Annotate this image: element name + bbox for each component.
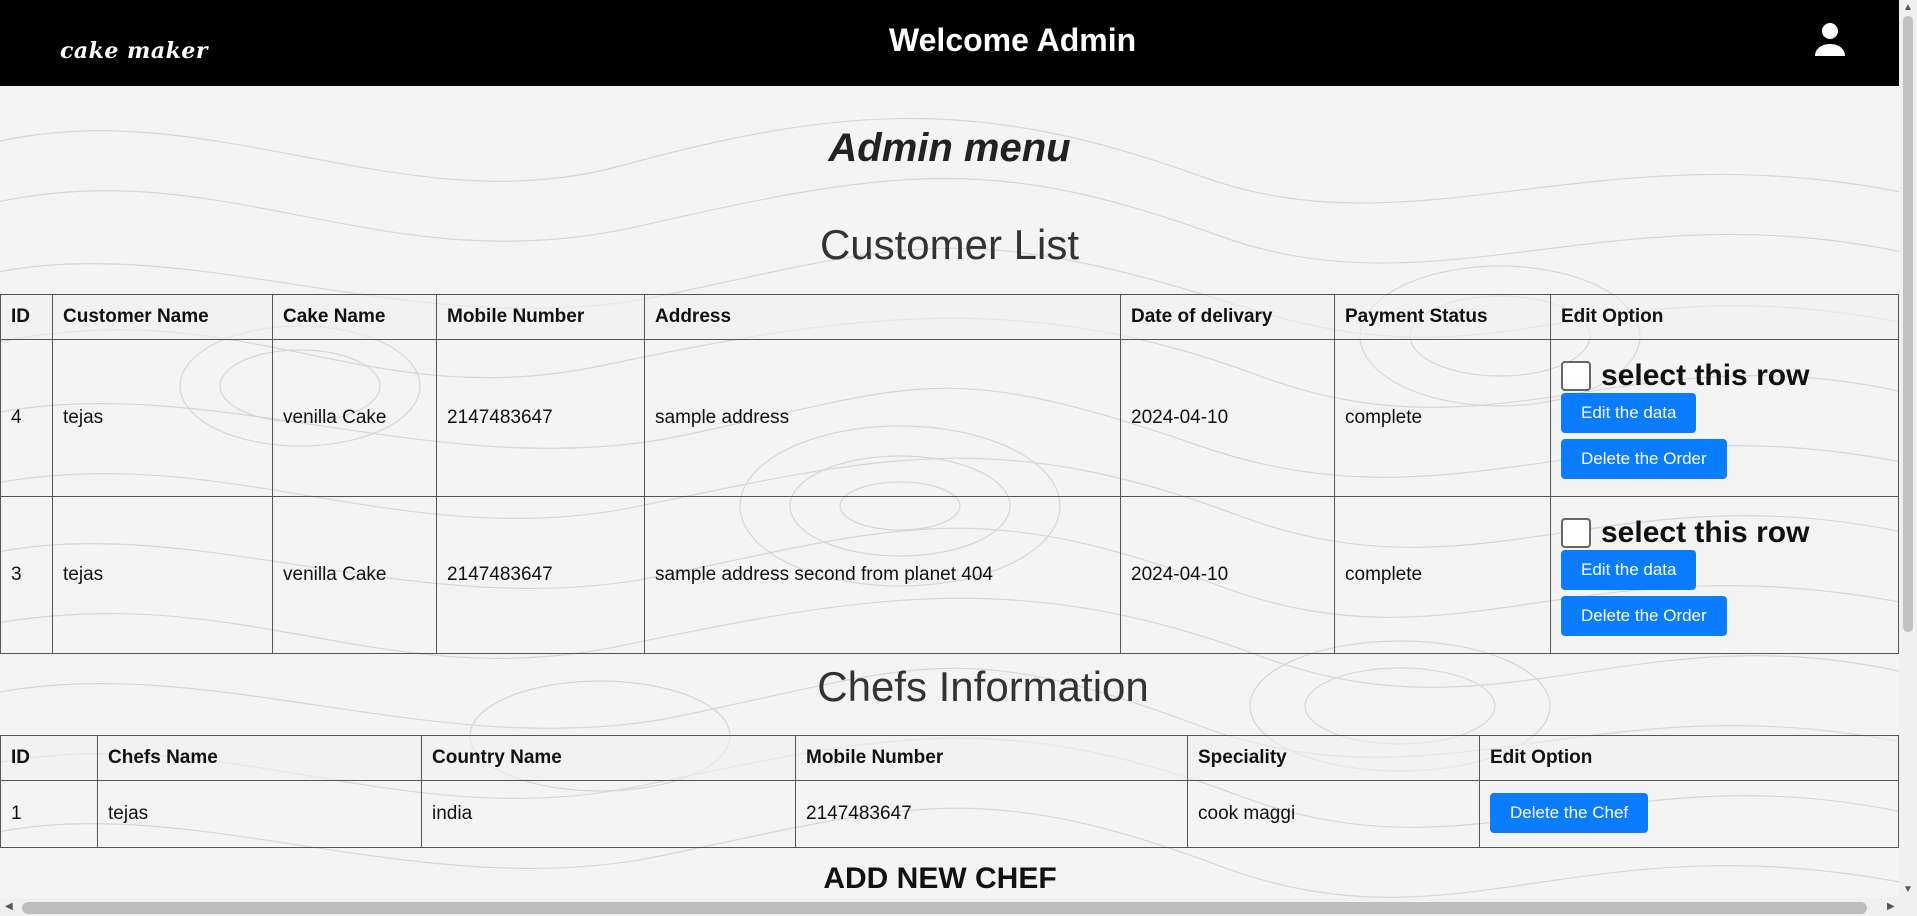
column-header: ID <box>0 735 98 781</box>
cell-edit-option: Delete the Chef <box>1479 780 1899 848</box>
page-title: Admin menu <box>828 126 1071 170</box>
cell-chef-name: tejas <box>97 780 422 848</box>
select-row-label: select this row <box>1601 359 1810 392</box>
column-header: Date of delivary <box>1120 294 1335 340</box>
scroll-left-arrow-icon[interactable]: ◀ <box>5 901 13 912</box>
cell-country: india <box>421 780 796 848</box>
column-header: Speciality <box>1187 735 1480 781</box>
select-row-label: select this row <box>1601 516 1810 549</box>
select-row-checkbox[interactable] <box>1561 518 1591 548</box>
horizontal-scrollbar[interactable]: ◀ ▶ <box>0 898 1917 916</box>
chefs-information-title: Chefs Information <box>817 663 1149 710</box>
cell-cake-name: venilla Cake <box>272 496 437 654</box>
select-row-checkbox[interactable] <box>1561 361 1591 391</box>
cell-customer-name: tejas <box>52 339 273 497</box>
customer-table: ID Customer Name Cake Name Mobile Number… <box>0 294 1899 654</box>
table-row: 1 tejas india 2147483647 cook maggi Dele… <box>0 780 1899 848</box>
table-row: 4 tejas venilla Cake 2147483647 sample a… <box>0 339 1899 497</box>
cell-cake-name: venilla Cake <box>272 339 437 497</box>
cell-mobile: 2147483647 <box>436 496 645 654</box>
top-navbar: cake maker Welcome Admin <box>0 0 1899 86</box>
column-header: Mobile Number <box>795 735 1188 781</box>
add-new-chef-heading: ADD NEW CHEF <box>823 862 1057 895</box>
vertical-scrollbar[interactable]: ▲ ▼ <box>1899 0 1917 898</box>
column-header: Edit Option <box>1479 735 1899 781</box>
cell-id: 1 <box>0 780 98 848</box>
column-header: Chefs Name <box>97 735 422 781</box>
cell-customer-name: tejas <box>52 496 273 654</box>
edit-data-button[interactable]: Edit the data <box>1561 393 1697 433</box>
cell-edit-option: select this row Edit the data Delete the… <box>1550 496 1899 654</box>
vertical-scroll-thumb[interactable] <box>1903 16 1913 632</box>
column-header: Country Name <box>421 735 796 781</box>
cell-edit-option: select this row Edit the data Delete the… <box>1550 339 1899 497</box>
user-icon[interactable] <box>1812 20 1848 56</box>
cell-payment-status: complete <box>1334 339 1551 497</box>
customer-table-header: ID Customer Name Cake Name Mobile Number… <box>0 294 1899 340</box>
select-row-control: select this row <box>1561 518 1888 548</box>
horizontal-scroll-thumb[interactable] <box>22 902 1867 914</box>
cell-mobile: 2147483647 <box>795 780 1188 848</box>
column-header: Mobile Number <box>436 294 645 340</box>
column-header: Edit Option <box>1550 294 1899 340</box>
chefs-table: ID Chefs Name Country Name Mobile Number… <box>0 735 1899 848</box>
delete-chef-button[interactable]: Delete the Chef <box>1490 793 1649 833</box>
cell-speciality: cook maggi <box>1187 780 1480 848</box>
cell-address: sample address second from planet 404 <box>644 496 1121 654</box>
delete-order-button[interactable]: Delete the Order <box>1561 439 1727 479</box>
column-header: Payment Status <box>1334 294 1551 340</box>
column-header: Cake Name <box>272 294 437 340</box>
cell-address: sample address <box>644 339 1121 497</box>
scroll-right-arrow-icon[interactable]: ▶ <box>1887 901 1895 912</box>
cell-id: 4 <box>0 339 53 497</box>
welcome-heading: Welcome Admin <box>889 22 1137 58</box>
cell-date: 2024-04-10 <box>1120 496 1335 654</box>
column-header: Customer Name <box>52 294 273 340</box>
column-header: Address <box>644 294 1121 340</box>
column-header: ID <box>0 294 53 340</box>
chefs-table-header: ID Chefs Name Country Name Mobile Number… <box>0 735 1899 781</box>
delete-order-button[interactable]: Delete the Order <box>1561 596 1727 636</box>
scroll-down-arrow-icon[interactable]: ▼ <box>1903 884 1913 895</box>
cell-payment-status: complete <box>1334 496 1551 654</box>
edit-data-button[interactable]: Edit the data <box>1561 550 1697 590</box>
table-row: 3 tejas venilla Cake 2147483647 sample a… <box>0 496 1899 654</box>
select-row-control: select this row <box>1561 361 1888 391</box>
logo[interactable]: cake maker <box>60 38 208 64</box>
cell-date: 2024-04-10 <box>1120 339 1335 497</box>
scroll-up-arrow-icon[interactable]: ▲ <box>1903 2 1913 13</box>
cell-mobile: 2147483647 <box>436 339 645 497</box>
customer-list-title: Customer List <box>819 221 1080 268</box>
cell-id: 3 <box>0 496 53 654</box>
